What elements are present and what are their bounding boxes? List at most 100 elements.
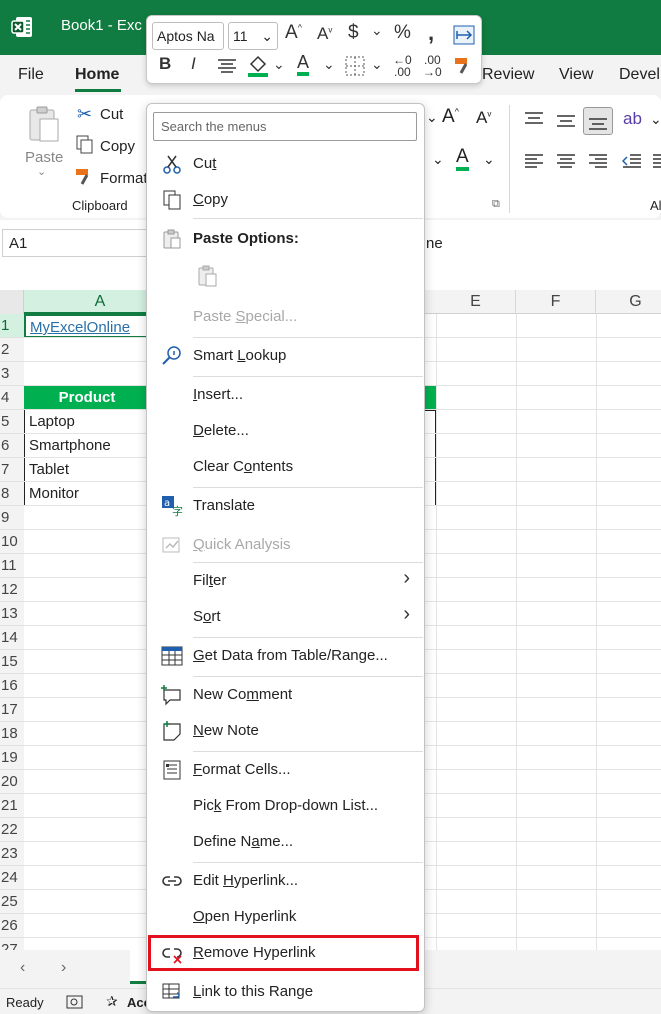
chevron-left-icon[interactable]: ‹: [20, 959, 25, 977]
format-painter-label[interactable]: Format: [100, 170, 148, 187]
formula-bar-fragment[interactable]: ne: [426, 235, 443, 252]
menu-item-paste-special[interactable]: Paste Special...: [147, 299, 424, 335]
row-header[interactable]: 20: [0, 770, 24, 794]
align-left-icon[interactable]: [524, 153, 544, 169]
menu-item-open-hyperlink[interactable]: Open Hyperlink: [147, 899, 424, 935]
orientation-dropdown-icon[interactable]: ⌄: [650, 111, 661, 128]
chevron-down-icon[interactable]: ⌄: [261, 23, 273, 49]
copy-label[interactable]: Copy: [100, 138, 135, 155]
menu-item-get-data-from-table-range[interactable]: Get Data from Table/Range...: [147, 638, 424, 674]
font-color-dropdown-icon[interactable]: ⌄: [323, 56, 335, 73]
row-header[interactable]: 2: [0, 338, 24, 362]
column-header-e[interactable]: E: [436, 290, 516, 314]
menu-item-format-cells[interactable]: Format Cells...: [147, 752, 424, 788]
cut-label[interactable]: Cut: [100, 106, 123, 123]
align-center-icon[interactable]: [217, 58, 237, 74]
chevron-down-icon[interactable]: ⌄: [37, 165, 46, 178]
cell-laptop[interactable]: Laptop: [24, 410, 150, 434]
decrease-indent-icon[interactable]: [622, 153, 642, 169]
menu-search-input[interactable]: Search the menus: [153, 112, 417, 141]
menu-item-smart-lookup[interactable]: Smart Lookup: [147, 338, 424, 374]
tab-review[interactable]: Review: [482, 66, 534, 84]
font-color-dropdown-icon[interactable]: ⌄: [483, 151, 495, 168]
menu-item-new-comment[interactable]: New Comment: [147, 677, 424, 713]
menu-item-clear-contents[interactable]: Clear Contents: [147, 449, 424, 485]
menu-item-translate[interactable]: a 字 Translate: [147, 488, 424, 524]
row-header[interactable]: 11: [0, 554, 24, 578]
decrease-font-icon[interactable]: Av: [476, 108, 491, 128]
row-header[interactable]: 12: [0, 578, 24, 602]
paste-large-icon[interactable]: [26, 105, 62, 143]
name-box[interactable]: A1: [2, 229, 152, 257]
row-header[interactable]: 17: [0, 698, 24, 722]
tab-view[interactable]: View: [559, 66, 593, 84]
tab-developer[interactable]: Devel: [619, 66, 660, 84]
font-color-icon[interactable]: A: [297, 52, 310, 76]
decrease-font-icon[interactable]: Av: [317, 24, 332, 44]
increase-font-icon[interactable]: A^: [285, 22, 302, 44]
wrap-text-icon[interactable]: [453, 25, 475, 45]
currency-icon[interactable]: $: [348, 22, 359, 44]
menu-item-define-name[interactable]: Define Name...: [147, 824, 424, 860]
increase-font-icon[interactable]: A^: [442, 106, 459, 128]
italic-icon[interactable]: I: [191, 54, 196, 74]
comma-style-icon[interactable]: ,: [428, 20, 434, 46]
cell-smartphone[interactable]: Smartphone: [24, 434, 150, 458]
row-header[interactable]: 19: [0, 746, 24, 770]
bold-icon[interactable]: B: [159, 54, 171, 74]
menu-item-filter[interactable]: Filter ›: [147, 563, 424, 599]
menu-item-new-note[interactable]: New Note: [147, 713, 424, 749]
tab-file[interactable]: File: [18, 66, 44, 84]
row-header[interactable]: 25: [0, 890, 24, 914]
select-all-corner[interactable]: [0, 290, 24, 314]
accessibility-icon[interactable]: ✰: [106, 993, 118, 1010]
align-center-icon[interactable]: [556, 153, 576, 169]
row-header[interactable]: 16: [0, 674, 24, 698]
currency-dropdown-icon[interactable]: ⌄: [371, 22, 383, 39]
menu-item-cut[interactable]: Cut: [147, 146, 424, 182]
fill-color-dropdown-icon[interactable]: ⌄: [273, 56, 285, 73]
row-header[interactable]: 22: [0, 818, 24, 842]
row-header[interactable]: 26: [0, 914, 24, 938]
row-header[interactable]: 8: [0, 482, 24, 506]
paste-label[interactable]: Paste: [25, 149, 63, 166]
menu-item-pick-from-drop-down-list[interactable]: Pick From Drop-down List...: [147, 788, 424, 824]
column-header-g[interactable]: G: [596, 290, 661, 314]
row-header[interactable]: 21: [0, 794, 24, 818]
increase-indent-icon[interactable]: [652, 153, 661, 169]
row-header[interactable]: 23: [0, 842, 24, 866]
cell-tablet[interactable]: Tablet: [24, 458, 150, 482]
menu-item-sort[interactable]: Sort ›: [147, 599, 424, 635]
fill-color-icon[interactable]: [247, 54, 269, 78]
row-header[interactable]: 3: [0, 362, 24, 386]
chevron-right-icon[interactable]: ›: [61, 959, 66, 977]
row-header[interactable]: 27: [0, 938, 24, 950]
align-bottom-button[interactable]: [583, 107, 613, 135]
menu-item-insert[interactable]: Insert...: [147, 377, 424, 413]
paste-option-icon[interactable]: [197, 264, 219, 288]
align-top-icon[interactable]: [524, 111, 544, 127]
cell-monitor[interactable]: Monitor: [24, 482, 150, 506]
row-header[interactable]: 24: [0, 866, 24, 890]
menu-item-link-to-this-range[interactable]: Link to this Range: [147, 974, 424, 1010]
menu-item-quick-analysis[interactable]: Quick Analysis: [147, 527, 424, 563]
decrease-decimal-icon[interactable]: .00 →0: [423, 54, 442, 78]
borders-dropdown-icon[interactable]: ⌄: [371, 56, 383, 73]
font-color-icon[interactable]: A: [456, 147, 469, 171]
borders-icon[interactable]: [345, 56, 365, 76]
macro-record-icon[interactable]: [66, 994, 84, 1010]
orientation-icon[interactable]: ab: [623, 109, 642, 129]
font-name-box[interactable]: Aptos Na: [152, 22, 224, 50]
fill-color-dropdown-icon[interactable]: ⌄: [432, 151, 444, 168]
row-header[interactable]: 13: [0, 602, 24, 626]
row-header[interactable]: 5: [0, 410, 24, 434]
align-right-icon[interactable]: [588, 153, 608, 169]
menu-item-copy[interactable]: Copy: [147, 182, 424, 218]
percent-icon[interactable]: %: [394, 22, 411, 44]
row-header[interactable]: 15: [0, 650, 24, 674]
font-size-dropdown-icon[interactable]: ⌄: [426, 109, 438, 126]
row-header[interactable]: 4: [0, 386, 24, 410]
row-header[interactable]: 18: [0, 722, 24, 746]
header-cell-product[interactable]: Product: [24, 386, 150, 410]
row-header[interactable]: 1: [0, 314, 24, 338]
